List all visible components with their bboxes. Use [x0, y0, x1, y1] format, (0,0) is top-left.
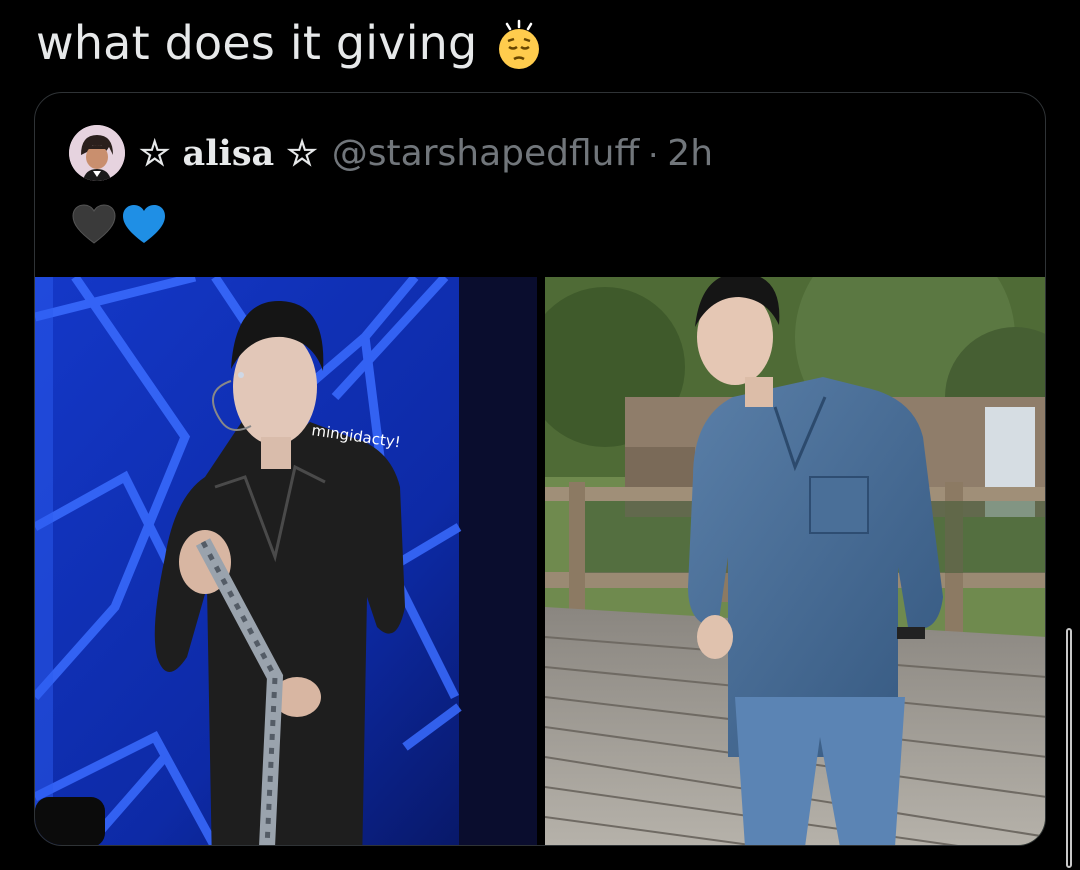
photo-denim-outfit[interactable] [545, 277, 1045, 845]
user-handle[interactable]: @starshapedfluff [332, 133, 640, 174]
pensive-face-icon [499, 19, 540, 69]
avatar[interactable] [69, 125, 125, 181]
avatar-illustration-icon [69, 125, 125, 181]
photo-stage-performer[interactable]: mingidacty! [35, 277, 537, 845]
blue-heart-icon [123, 205, 165, 243]
display-name[interactable]: ☆ alisa ☆ [139, 133, 318, 174]
black-heart-icon [72, 204, 116, 244]
tweet-text: what does it giving [36, 12, 545, 74]
media-grid: mingidacty! [35, 277, 1045, 845]
tweet-text-content: what does it giving [36, 16, 478, 70]
scrollbar[interactable] [1066, 628, 1072, 868]
timestamp[interactable]: 2h [667, 133, 713, 174]
separator-dot: · [647, 132, 660, 173]
quoted-tweet-header: ☆ alisa ☆ @starshapedfluff · 2h [69, 123, 713, 183]
quoted-tweet-card[interactable]: ☆ alisa ☆ @starshapedfluff · 2h mingidac… [34, 92, 1046, 846]
quoted-tweet-body [71, 203, 167, 245]
